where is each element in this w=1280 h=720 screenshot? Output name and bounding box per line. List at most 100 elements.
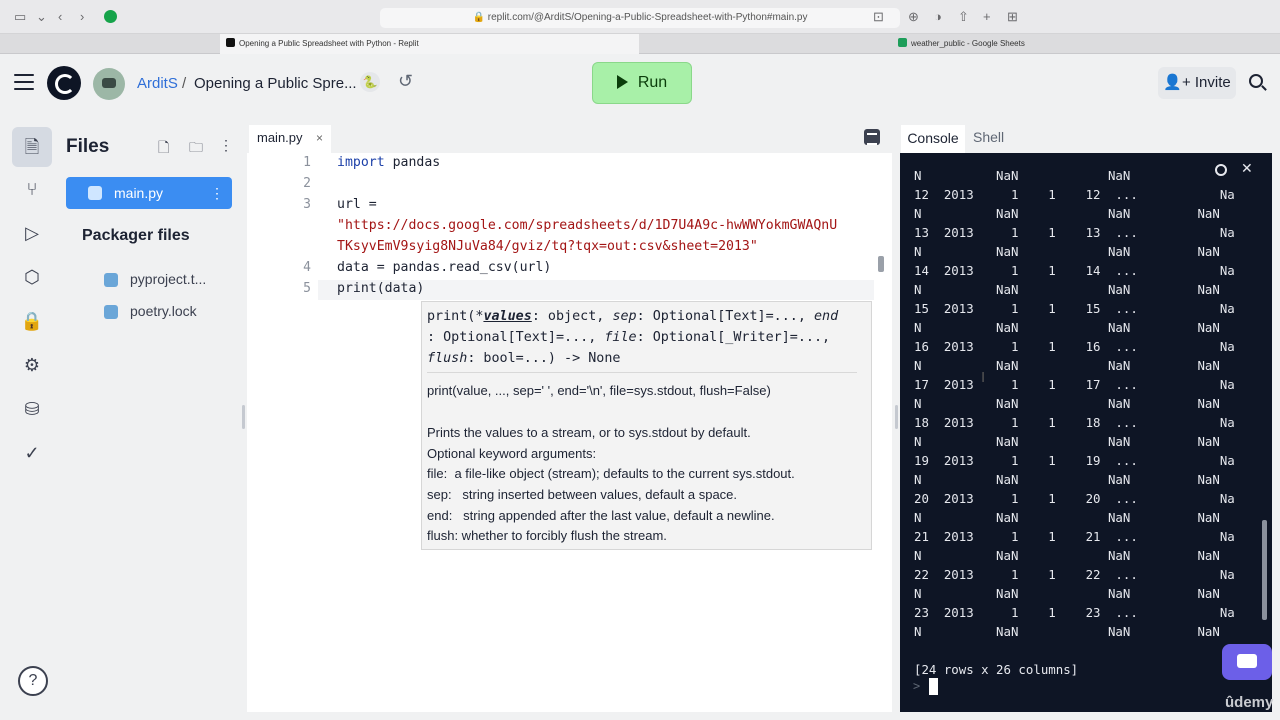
- code-text: pandas: [384, 155, 441, 170]
- code-keyword: import: [337, 155, 385, 170]
- chat-icon[interactable]: [1222, 644, 1272, 680]
- gear-icon[interactable]: ⚙: [12, 345, 52, 385]
- line-number: 5: [303, 281, 311, 296]
- code-line[interactable]: data = pandas.read_csv(url): [337, 260, 551, 275]
- chevron-down-icon[interactable]: ⌄: [36, 9, 47, 25]
- tooltip-doc-line: file: a file-like object (stream); defau…: [427, 466, 795, 481]
- code-line[interactable]: print(data): [337, 281, 424, 296]
- invite-button[interactable]: 👤+ Invite: [1158, 67, 1236, 99]
- address-bar[interactable]: 🔒 replit.com/@ArditS/Opening-a-Public-Sp…: [380, 8, 900, 28]
- tab-grid-icon[interactable]: ⊞: [1007, 9, 1018, 25]
- kebab-icon[interactable]: ⋮: [210, 177, 224, 209]
- file-item-poetry-lock[interactable]: poetry.lock: [104, 303, 197, 319]
- run-label: Run: [637, 74, 668, 91]
- sig-param: flush: [427, 351, 468, 366]
- python-file-icon: [88, 186, 102, 200]
- tooltip-doc-line: end: string appended after the last valu…: [427, 508, 775, 523]
- repl-title[interactable]: Opening a Public Spre...: [194, 75, 357, 92]
- kebab-icon[interactable]: ⋮: [219, 137, 233, 154]
- udemy-watermark: ûdemy: [1225, 694, 1274, 711]
- tooltip-doc-line: flush: whether to forcibly flush the str…: [427, 528, 667, 543]
- help-icon[interactable]: ?: [18, 666, 48, 696]
- sig-active-param: values: [483, 309, 532, 324]
- tab-main-py[interactable]: main.py ×: [249, 125, 331, 153]
- translate-icon[interactable]: ⊡: [873, 9, 884, 25]
- replit-favicon-icon: [226, 38, 235, 47]
- close-icon[interactable]: ✕: [1241, 160, 1253, 177]
- grammarly-icon[interactable]: [104, 10, 117, 23]
- editor-tab-bar: [247, 123, 892, 153]
- console-output-text: N NaN NaN N 12 2013 1 1 12 ... Na N NaN …: [914, 168, 1235, 677]
- tab-label: main.py: [257, 130, 303, 145]
- browser-tab-sheets[interactable]: weather_public - Google Sheets: [640, 34, 1280, 54]
- forward-icon[interactable]: ›: [80, 9, 84, 25]
- replit-logo[interactable]: [47, 66, 81, 100]
- sig-text: : object,: [531, 309, 613, 324]
- sig-param: sep: [612, 309, 637, 324]
- new-file-icon[interactable]: 🗋: [158, 137, 169, 161]
- avatar[interactable]: [93, 68, 125, 100]
- sig-text: : Optional[Text]=...,: [427, 330, 605, 345]
- tooltip-doc-line: sep: string inserted between values, def…: [427, 487, 738, 502]
- sig-param: file: [604, 330, 637, 345]
- line-number: 3: [303, 197, 311, 212]
- search-icon[interactable]: [1248, 73, 1268, 93]
- editor-scrollbar[interactable]: [878, 256, 884, 272]
- pane-resize-handle[interactable]: [242, 405, 245, 429]
- lock-icon: 🔒: [472, 12, 488, 23]
- search-icon[interactable]: [1215, 164, 1227, 176]
- code-string[interactable]: TKsyvEmV9syig8NJuVa84/gviz/tq?tqx=out:cs…: [337, 239, 758, 254]
- tab-shell[interactable]: Shell: [973, 129, 1004, 145]
- editor-menu-icon[interactable]: [864, 129, 880, 145]
- file-label: pyproject.t...: [130, 271, 207, 287]
- share-icon[interactable]: ⇧: [958, 9, 969, 25]
- run-button[interactable]: Run: [592, 62, 692, 104]
- download-icon[interactable]: ⊕: [908, 9, 919, 25]
- text-cursor-icon: I: [981, 369, 986, 386]
- python-icon[interactable]: 🐍: [360, 72, 380, 92]
- line-number: 1: [303, 155, 311, 170]
- console-toolbar: ✕: [1209, 160, 1259, 183]
- file-label: poetry.lock: [130, 303, 197, 319]
- sig-text: : Optional[_Writer]=...,: [636, 330, 831, 345]
- breadcrumb-separator: /: [182, 75, 187, 92]
- file-item-pyproject[interactable]: pyproject.t...: [104, 271, 206, 287]
- database-icon[interactable]: ⛁: [12, 389, 52, 429]
- tab-console[interactable]: Console: [901, 125, 965, 153]
- check-icon[interactable]: ✓: [12, 433, 52, 473]
- tooltip-divider: [427, 372, 857, 373]
- files-icon[interactable]: 🗎: [12, 127, 52, 167]
- invite-label: Invite: [1194, 74, 1231, 91]
- line-number: 2: [303, 176, 311, 191]
- file-label: main.py: [114, 185, 164, 201]
- hamburger-icon[interactable]: [14, 74, 34, 90]
- browser-tab-replit[interactable]: Opening a Public Spreadsheet with Python…: [220, 34, 639, 54]
- new-folder-icon[interactable]: 🗀: [189, 137, 203, 161]
- packages-icon[interactable]: ⬡: [12, 257, 52, 297]
- sidebar-toggle-icon[interactable]: ▭: [14, 9, 26, 25]
- line-number: 4: [303, 260, 311, 275]
- console-scrollbar[interactable]: [1262, 520, 1267, 620]
- code-line[interactable]: url =: [337, 197, 377, 212]
- back-icon[interactable]: ‹: [58, 9, 62, 25]
- console-cursor[interactable]: [929, 678, 938, 695]
- file-item-main-py[interactable]: main.py ⋮: [66, 177, 232, 209]
- shield-icon[interactable]: ◑: [934, 9, 942, 25]
- history-icon[interactable]: ↺: [398, 71, 418, 91]
- add-user-icon: 👤+: [1163, 74, 1195, 91]
- tooltip-signature: print(*values: object, sep: Optional[Tex…: [427, 306, 867, 369]
- breadcrumb-user[interactable]: ArditS: [137, 75, 178, 92]
- pane-resize-handle[interactable]: [895, 405, 898, 429]
- play-icon: [616, 75, 628, 89]
- code-string[interactable]: "https://docs.google.com/spreadsheets/d/…: [337, 218, 837, 233]
- lock-icon[interactable]: 🔒: [12, 301, 52, 341]
- console-output-area[interactable]: N NaN NaN N 12 2013 1 1 12 ... Na N NaN …: [900, 153, 1272, 712]
- debugger-icon[interactable]: ▷: [12, 213, 52, 253]
- code-line[interactable]: import pandas: [337, 155, 440, 170]
- close-icon[interactable]: ×: [316, 125, 323, 151]
- git-icon[interactable]: ⑂: [12, 169, 52, 209]
- app-header: ArditS / Opening a Public Spre... 🐍 ↺ Ru…: [0, 55, 1280, 113]
- new-tab-icon[interactable]: +: [983, 9, 991, 25]
- sheets-favicon-icon: [898, 38, 907, 47]
- files-panel: [56, 122, 242, 720]
